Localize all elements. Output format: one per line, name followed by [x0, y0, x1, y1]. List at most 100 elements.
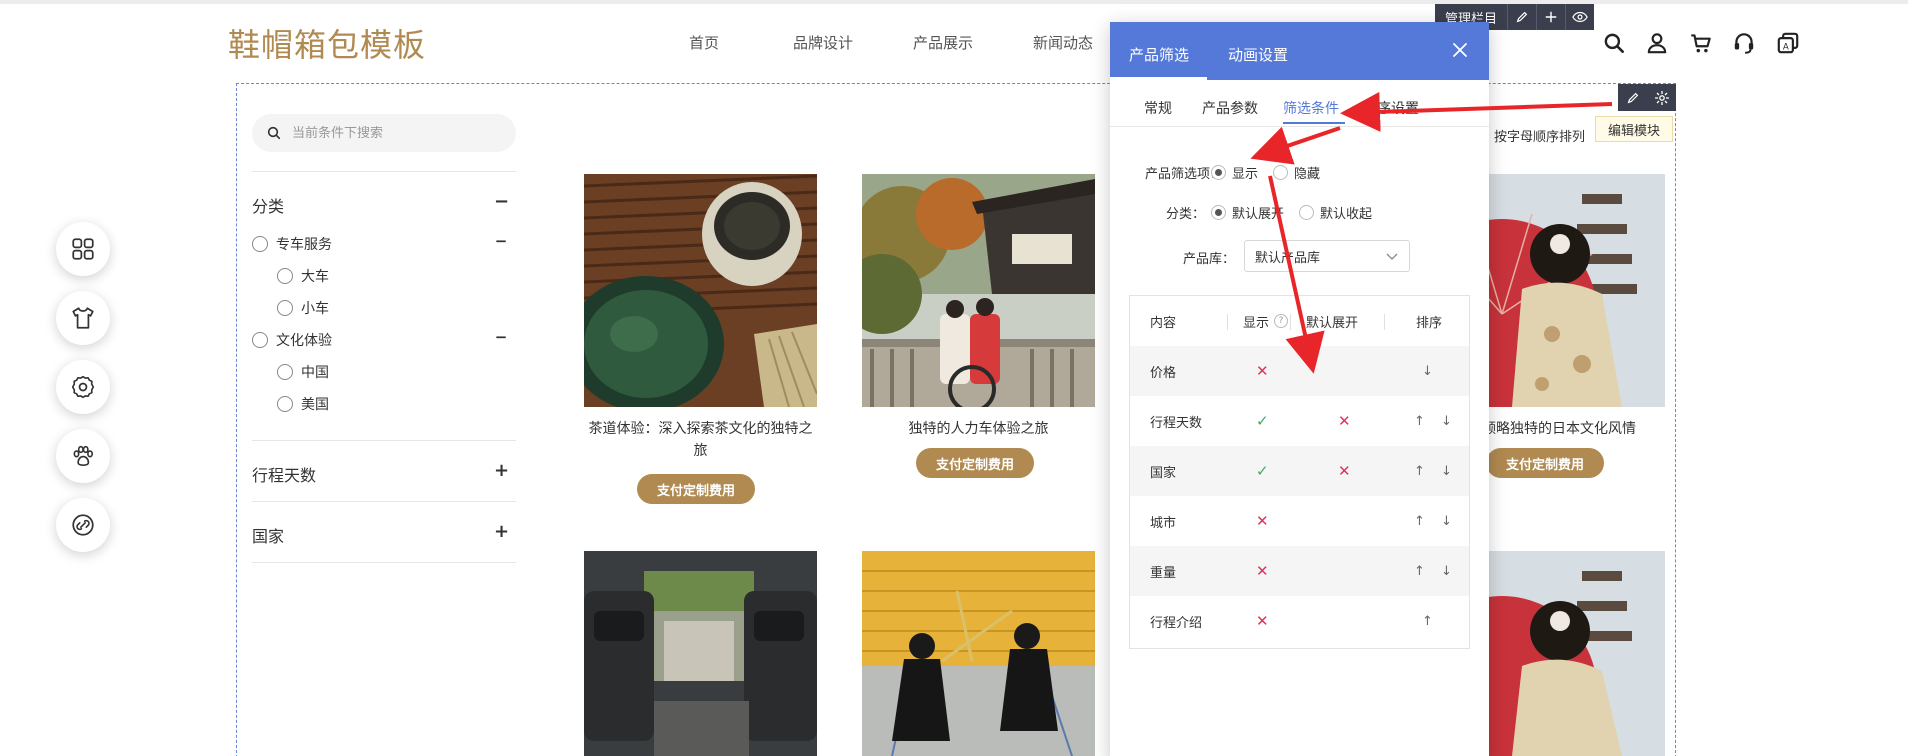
subtab-sort-settings[interactable]: 排序设置 [1363, 98, 1419, 118]
tshirt-icon[interactable] [56, 291, 110, 345]
filter-days-title[interactable]: 行程天数 [252, 462, 316, 486]
search-icon[interactable] [1601, 30, 1627, 56]
search-input[interactable] [292, 125, 492, 141]
product-image[interactable] [862, 551, 1095, 756]
radio-icon[interactable] [277, 268, 293, 284]
table-row: 国家 ✓ ✕ ↑ ↓ [1130, 446, 1469, 496]
toggle-show-icon[interactable]: ✓ [1256, 396, 1269, 446]
eye-icon[interactable] [1565, 4, 1594, 30]
expand-icon[interactable]: + [494, 460, 509, 481]
radio-icon[interactable] [252, 236, 268, 252]
column-separator [1384, 314, 1385, 330]
toggle-expand-icon[interactable]: ✕ [1338, 446, 1351, 496]
settings-gear-icon[interactable] [56, 360, 110, 414]
column-header: 排序 [1416, 315, 1443, 331]
radio-checked-icon[interactable] [1211, 165, 1226, 180]
radio-show[interactable]: 显示 [1211, 163, 1258, 182]
toggle-expand-icon[interactable]: ✕ [1338, 396, 1351, 446]
subtab-filter-conditions[interactable]: 筛选条件 [1283, 98, 1339, 118]
collapse-icon[interactable]: − [494, 232, 508, 250]
sidebar-search [252, 114, 516, 152]
subtab-general[interactable]: 常规 [1144, 98, 1172, 118]
toggle-show-icon[interactable]: ✕ [1256, 546, 1269, 596]
grid-apps-icon[interactable] [56, 222, 110, 276]
divider [252, 562, 516, 563]
site-logo[interactable]: 鞋帽箱包模板 [228, 20, 426, 66]
sort-arrows-icon[interactable]: ↑ [1422, 596, 1439, 646]
filter-category-title[interactable]: 分类 [252, 193, 284, 217]
radio-default-expand[interactable]: 默认展开 [1211, 203, 1284, 222]
product-image[interactable] [584, 174, 817, 407]
radio-icon[interactable] [1273, 165, 1288, 180]
radio-default-collapse[interactable]: 默认收起 [1299, 203, 1372, 222]
radio-icon[interactable] [277, 396, 293, 412]
nav-home[interactable]: 首页 [689, 32, 719, 53]
radio-hide[interactable]: 隐藏 [1273, 163, 1320, 182]
language-icon[interactable]: A [1775, 30, 1801, 56]
subtab-product-params[interactable]: 产品参数 [1202, 98, 1258, 118]
column-header: 显示? [1243, 296, 1289, 346]
toggle-show-icon[interactable]: ✕ [1256, 596, 1269, 646]
help-icon[interactable]: ? [1274, 314, 1289, 328]
radio-icon[interactable] [277, 364, 293, 380]
divider [252, 171, 516, 172]
sort-arrows-icon[interactable]: ↑ ↓ [1414, 446, 1458, 496]
radio-icon[interactable] [252, 332, 268, 348]
nav-products[interactable]: 产品展示 [913, 32, 973, 53]
module-settings-icon[interactable] [1647, 84, 1676, 111]
sort-arrows-icon[interactable]: ↑ ↓ [1414, 496, 1458, 546]
close-icon[interactable] [1450, 40, 1470, 60]
column-header: 内容 [1150, 315, 1177, 331]
toggle-show-icon[interactable]: ✕ [1256, 496, 1269, 546]
filter-option-daiche[interactable]: 大车 [277, 266, 329, 286]
sort-arrows-icon[interactable]: ↑ ↓ [1414, 396, 1458, 446]
divider [252, 501, 516, 502]
user-icon[interactable] [1644, 30, 1670, 56]
pencil-icon[interactable] [1507, 4, 1536, 30]
cart-icon[interactable] [1688, 30, 1714, 56]
search-icon[interactable] [266, 125, 282, 141]
product-image[interactable] [862, 174, 1095, 407]
product-title[interactable]: 领略独特的日本文化风情 [1482, 418, 1662, 440]
pay-custom-fee-button[interactable]: 支付定制费用 [916, 448, 1035, 478]
column-header: 默认展开 [1306, 315, 1359, 331]
collapse-icon[interactable]: − [494, 191, 509, 212]
product-library-select[interactable]: 默认产品库 [1244, 240, 1410, 272]
link-icon[interactable] [56, 498, 110, 552]
subtab-indicator [1283, 122, 1345, 124]
filter-option-usa[interactable]: 美国 [277, 394, 329, 414]
toggle-show-icon[interactable]: ✕ [1256, 346, 1269, 396]
module-edit-pencil-icon[interactable] [1618, 84, 1647, 111]
collapse-icon[interactable]: − [494, 328, 508, 346]
nav-news[interactable]: 新闻动态 [1033, 32, 1093, 53]
product-title[interactable]: 独特的人力车体验之旅 [862, 418, 1095, 440]
product-title[interactable]: 茶道体验：深入探索茶文化的独特之旅 [584, 418, 817, 462]
edit-module-tooltip: 编辑模块 [1595, 116, 1673, 142]
nav-brand-design[interactable]: 品牌设计 [793, 32, 853, 53]
radio-checked-icon[interactable] [1211, 205, 1226, 220]
paw-icon[interactable] [56, 429, 110, 483]
filter-option-xiaoche[interactable]: 小车 [277, 298, 329, 318]
radio-icon[interactable] [277, 300, 293, 316]
sort-arrows-icon[interactable]: ↑ ↓ [1414, 546, 1458, 596]
filter-option-china[interactable]: 中国 [277, 362, 329, 382]
tab-animation-settings[interactable]: 动画设置 [1228, 44, 1288, 65]
sort-arrows-icon[interactable]: ↓ [1422, 346, 1439, 396]
filter-country-title[interactable]: 国家 [252, 523, 284, 547]
sort-label[interactable]: 按字母顺序排列 [1494, 126, 1585, 145]
table-row: 行程介绍 ✕ ↑ [1130, 596, 1469, 646]
expand-icon[interactable]: + [494, 521, 509, 542]
table-row: 城市 ✕ ↑ ↓ [1130, 496, 1469, 546]
filter-items-label: 产品筛选项： [1144, 167, 1223, 182]
customer-service-icon[interactable] [1731, 30, 1757, 56]
radio-icon[interactable] [1299, 205, 1314, 220]
svg-text:A: A [1783, 43, 1789, 53]
pay-custom-fee-button[interactable]: 支付定制费用 [637, 474, 756, 504]
plus-icon[interactable] [1536, 4, 1565, 30]
product-image[interactable] [584, 551, 817, 756]
pay-custom-fee-button[interactable]: 支付定制费用 [1486, 448, 1605, 478]
toggle-show-icon[interactable]: ✓ [1256, 446, 1269, 496]
filter-option-wenhua[interactable]: 文化体验 [252, 330, 332, 350]
filter-option-zhuanche[interactable]: 专车服务 [252, 234, 332, 254]
tab-product-filter[interactable]: 产品筛选 [1129, 44, 1189, 65]
